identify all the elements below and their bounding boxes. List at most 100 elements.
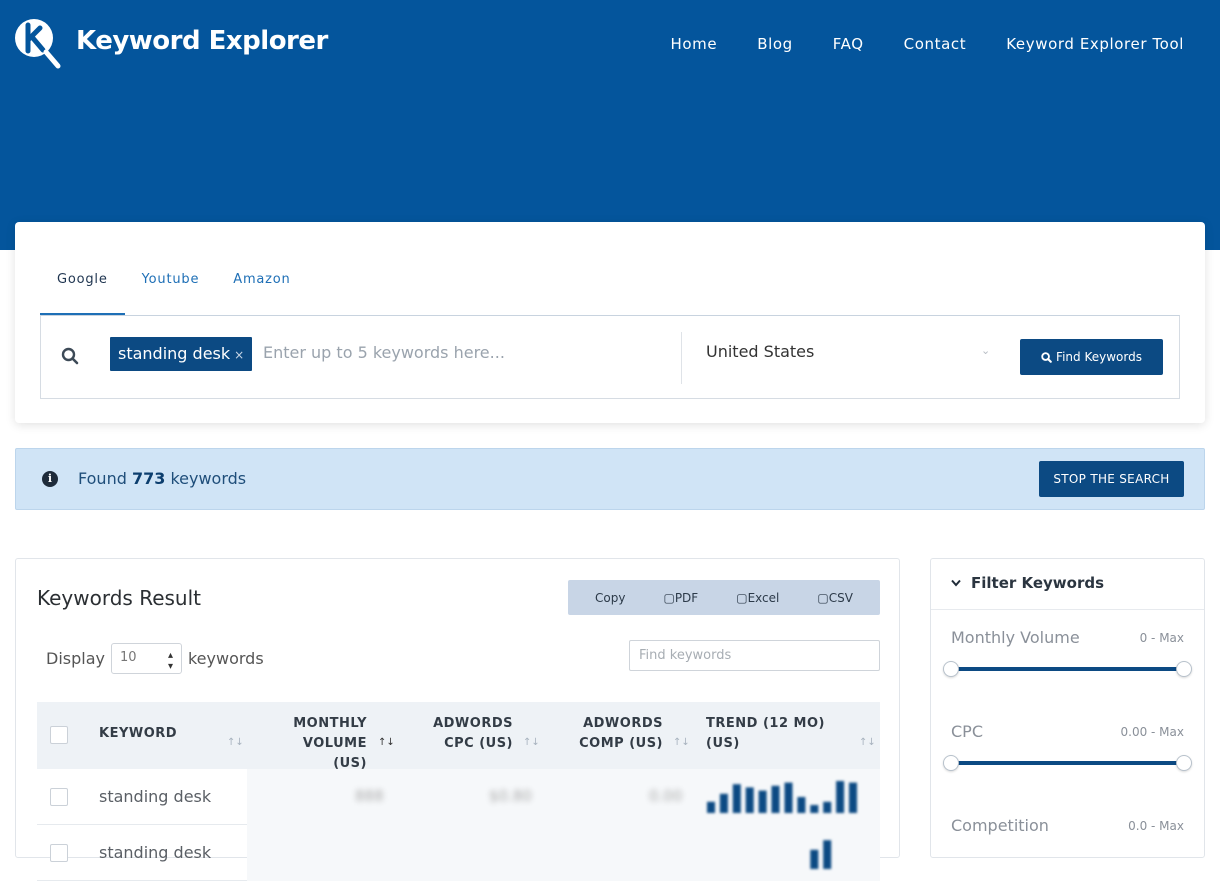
filter-title: Filter Keywords (971, 574, 1105, 592)
pdf-label: PDF (674, 590, 699, 605)
search-card: Google Youtube Amazon standing desk × Ent… (15, 222, 1205, 423)
monthly-volume-slider[interactable] (943, 661, 1192, 677)
sort-icon[interactable]: ↑↓ (673, 737, 690, 748)
found-suffix: keywords (170, 469, 247, 488)
display-count-value: 10 (119, 650, 137, 665)
chevron-down-icon[interactable]: ⌄ (981, 344, 990, 357)
trend-bar (784, 782, 793, 813)
nav-contact[interactable]: Contact (904, 35, 967, 53)
trend-bar (823, 801, 832, 813)
col-adwords-cpc[interactable]: ADWORDS CPC (US) (417, 714, 513, 754)
file-pdf-icon: ▢ (663, 590, 675, 605)
sort-desc-icon[interactable]: ↑↓ (378, 737, 395, 748)
find-keywords-button[interactable]: Find Keywords (1020, 339, 1163, 375)
row-comp: 0.00 (649, 787, 683, 805)
chip-remove-icon[interactable]: × (234, 348, 244, 362)
filter-competition-range: 0.0 - Max (1128, 819, 1184, 833)
row-checkbox[interactable] (50, 788, 68, 806)
trend-bar (836, 781, 845, 813)
results-title: Keywords Result (37, 586, 201, 610)
trend-bar (810, 849, 819, 869)
nav-home[interactable]: Home (671, 35, 718, 53)
slider-min-handle[interactable] (943, 661, 959, 677)
keyword-chip: standing desk × (110, 337, 253, 371)
display-suffix: keywords (187, 649, 264, 668)
excel-button[interactable]: ▢Excel (736, 591, 779, 605)
filter-toggle[interactable]: Filter Keywords (951, 574, 1104, 592)
slider-min-handle[interactable] (943, 755, 959, 771)
trend-bar (849, 782, 857, 813)
chevron-down-icon (951, 579, 961, 587)
search-icon (1041, 351, 1052, 363)
tab-youtube[interactable]: Youtube (125, 264, 217, 315)
trend-bar (823, 840, 832, 869)
select-all-checkbox[interactable] (50, 726, 68, 744)
col-adwords-cpc-l2: CPC (US) (444, 736, 513, 751)
col-monthly-volume-l1: MONTHLY (293, 716, 367, 731)
sort-icon[interactable]: ↑↓ (227, 737, 244, 748)
trend-bar (758, 790, 767, 813)
row-keyword[interactable]: standing desk (99, 787, 211, 806)
col-keyword[interactable]: KEYWORD (99, 724, 177, 744)
file-excel-icon: ▢ (736, 590, 748, 605)
keyword-input[interactable]: Enter up to 5 keywords here... (263, 343, 505, 362)
col-trend[interactable]: TREND (12 MO) (US) (706, 714, 825, 754)
source-tabs: Google Youtube Amazon (40, 264, 308, 315)
nav-faq[interactable]: FAQ (833, 35, 864, 53)
col-adwords-comp[interactable]: ADWORDS COMP (US) (567, 714, 663, 754)
sort-icon[interactable]: ↑↓ (859, 737, 876, 748)
col-monthly-volume[interactable]: MONTHLY VOLUME (US) (267, 714, 367, 774)
excel-label: Excel (747, 590, 780, 605)
found-prefix: Found (78, 469, 127, 488)
tab-amazon[interactable]: Amazon (216, 264, 307, 315)
keyword-explorer-logo-icon[interactable] (14, 18, 62, 70)
main-nav: Home Blog FAQ Contact Keyword Explorer T… (671, 35, 1184, 53)
file-csv-icon: ▢ (817, 590, 829, 605)
filter-competition-label: Competition (951, 816, 1049, 835)
export-buttons: Copy ▢PDF ▢Excel ▢CSV (568, 580, 880, 615)
search-icon (61, 347, 79, 365)
slider-max-handle[interactable] (1176, 661, 1192, 677)
keywords-result-panel: Keywords Result Copy ▢PDF ▢Excel ▢CSV Di… (15, 558, 900, 881)
display-length-control: Display 10 ▴ ▾ keywords (46, 643, 264, 674)
find-keywords-input[interactable]: Find keywords (629, 640, 880, 671)
csv-label: CSV (828, 590, 853, 605)
trend-chart (707, 781, 857, 813)
trend-bar (719, 793, 728, 813)
row-volume: 888 (355, 787, 384, 805)
stop-search-button[interactable]: STOP THE SEARCH (1039, 461, 1184, 497)
row-keyword[interactable]: standing desk (99, 843, 211, 862)
tab-google[interactable]: Google (40, 264, 125, 315)
display-label: Display (46, 649, 105, 668)
divider (931, 609, 1204, 610)
row-checkbox[interactable] (50, 844, 68, 862)
csv-button[interactable]: ▢CSV (817, 591, 853, 605)
slider-max-handle[interactable] (1176, 755, 1192, 771)
filter-cpc-label: CPC (951, 722, 983, 741)
copy-button[interactable]: Copy (595, 591, 625, 605)
table-row[interactable]: standing desk (37, 825, 880, 881)
found-count: 773 (131, 469, 166, 488)
display-count-select[interactable]: 10 ▴ ▾ (110, 643, 182, 674)
pdf-button[interactable]: ▢PDF (663, 591, 698, 605)
country-select[interactable]: United States (706, 342, 814, 361)
col-adwords-comp-l1: ADWORDS (583, 716, 663, 731)
col-adwords-comp-l2: COMP (US) (579, 736, 663, 751)
brand-name[interactable]: Keyword Explorer (76, 26, 328, 56)
filter-panel: Filter Keywords Monthly Volume 0 - Max C… (930, 558, 1205, 858)
row-cpc: $0.80 (489, 787, 532, 805)
sort-icon[interactable]: ↑↓ (523, 737, 540, 748)
filter-monthly-volume-range: 0 - Max (1139, 631, 1184, 645)
found-count-text: Found 773 keywords (78, 469, 246, 488)
trend-bar (707, 801, 715, 813)
status-bar: i Found 773 keywords STOP THE SEARCH (15, 448, 1205, 510)
divider (681, 332, 682, 384)
nav-keyword-explorer-tool[interactable]: Keyword Explorer Tool (1006, 35, 1184, 53)
table-header: KEYWORD ↑↓ MONTHLY VOLUME (US) ↑↓ ADWORD… (37, 702, 880, 771)
nav-blog[interactable]: Blog (757, 35, 793, 53)
table-row[interactable]: standing desk 888 $0.80 0.00 (37, 769, 880, 825)
cpc-slider[interactable] (943, 755, 1192, 771)
trend-bar (745, 787, 754, 813)
search-bar: standing desk × Enter up to 5 keywords he… (40, 315, 1180, 399)
col-trend-l2: (US) (706, 736, 740, 751)
